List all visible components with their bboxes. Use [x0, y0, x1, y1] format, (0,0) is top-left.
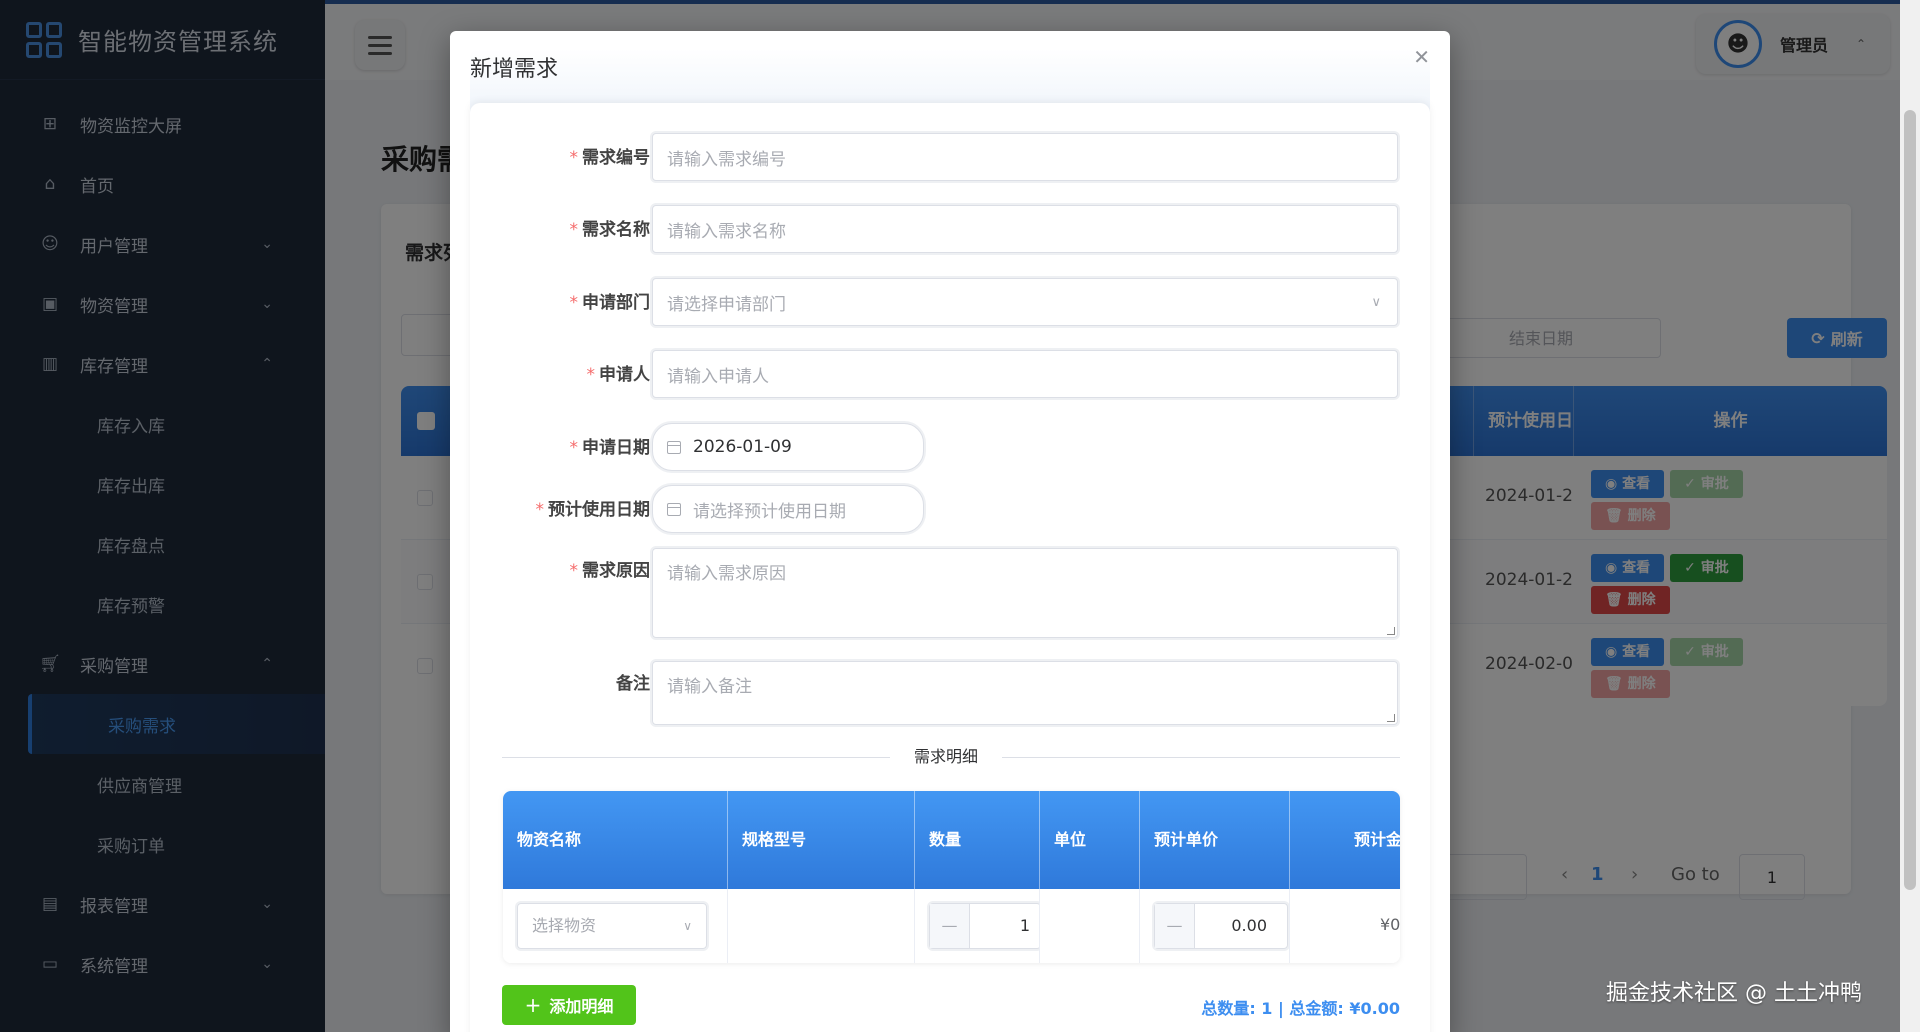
field-label: * 需求原因 [569, 561, 651, 581]
cell-spec [728, 889, 915, 963]
scrollbar-thumb[interactable] [1904, 110, 1916, 890]
detail-totals: 总数量: 1 | 总金额: ¥0.00 [1201, 999, 1400, 1018]
column-unit: 单位 [1040, 791, 1140, 889]
field-label: 备注 [616, 674, 650, 694]
quantity-stepper[interactable]: — 1 [929, 903, 1039, 949]
field-label: * 需求名称 [569, 220, 651, 240]
calendar-icon [667, 502, 681, 516]
close-icon[interactable]: ✕ [1413, 45, 1430, 69]
apply-date-picker[interactable]: 2026-01-09 [652, 423, 924, 471]
detail-section-title: 需求明细 [890, 743, 1003, 767]
applicant-input[interactable]: 请输入申请人 [652, 350, 1398, 398]
field-label: * 需求编号 [569, 148, 651, 168]
chevron-down-icon: ∨ [1371, 294, 1381, 310]
expected-date-picker[interactable]: 请选择预计使用日期 [652, 485, 924, 533]
dialog-body: * 需求编号 请输入需求编号 * 需求名称 请输入需求名称 * 申请部门 请选择申请部… [470, 103, 1430, 1032]
demand-name-input[interactable]: 请输入需求名称 [652, 205, 1398, 253]
field-label: * 申请日期 [569, 438, 651, 458]
cell-material: 选择物资 ∨ [503, 889, 728, 963]
unit-price-stepper[interactable]: — 0.00 [1154, 903, 1288, 949]
resize-handle-icon [1387, 627, 1395, 635]
detail-table-header: 物资名称 规格型号 数量 单位 预计单价 预计金 [503, 791, 1400, 889]
column-amount: 预计金 [1354, 830, 1400, 849]
reason-textarea[interactable]: 请输入需求原因 [652, 548, 1398, 638]
page-scrollbar[interactable] [1900, 0, 1920, 1032]
field-label: * 申请部门 [569, 293, 651, 313]
detail-table: 物资名称 规格型号 数量 单位 预计单价 预计金 选择物资 ∨ — 1 — 0.… [503, 791, 1400, 963]
column-quantity: 数量 [915, 791, 1040, 889]
column-spec: 规格型号 [728, 791, 915, 889]
column-material-name: 物资名称 [503, 791, 728, 889]
plus-icon: + [524, 993, 542, 1017]
new-demand-dialog: 新增需求 ✕ * 需求编号 请输入需求编号 * 需求名称 请输入需求名称 * 申请部门… [450, 31, 1450, 1032]
dialog-title: 新增需求 [470, 57, 559, 82]
material-select[interactable]: 选择物资 ∨ [517, 903, 707, 949]
column-unit-price: 预计单价 [1140, 791, 1290, 889]
minus-icon[interactable]: — [930, 904, 970, 948]
cell-unit-price: — 0.00 [1140, 889, 1290, 963]
minus-icon[interactable]: — [1155, 904, 1195, 948]
resize-handle-icon [1387, 714, 1395, 722]
chevron-down-icon: ∨ [683, 919, 692, 933]
remark-textarea[interactable]: 请输入备注 [652, 661, 1398, 725]
field-label: * 预计使用日期 [535, 500, 651, 520]
calendar-icon [667, 440, 681, 454]
cell-unit [1040, 889, 1140, 963]
add-detail-button[interactable]: + 添加明细 [502, 985, 636, 1025]
department-select[interactable]: 请选择申请部门 ∨ [652, 278, 1398, 326]
field-label: * 申请人 [586, 365, 651, 385]
table-row: 选择物资 ∨ — 1 — 0.00 ¥0 [503, 889, 1400, 963]
cell-amount: ¥0 [1380, 915, 1400, 934]
cell-quantity: — 1 [915, 889, 1040, 963]
demand-no-input[interactable]: 请输入需求编号 [652, 133, 1398, 181]
watermark: 掘金技术社区 @ 土土冲鸭 [1606, 981, 1862, 1006]
